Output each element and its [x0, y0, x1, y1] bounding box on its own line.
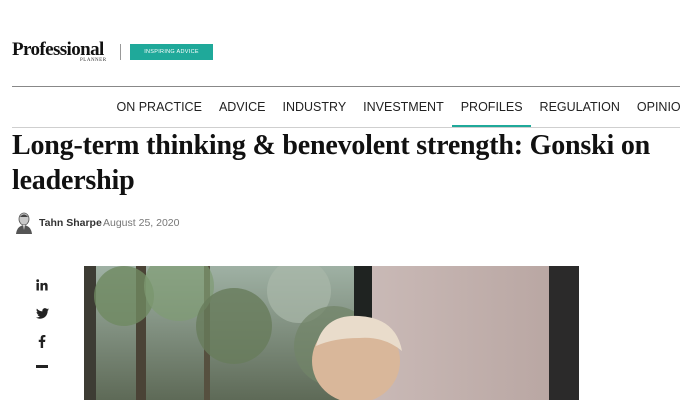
twitter-icon[interactable]	[34, 306, 50, 320]
author-name[interactable]: Tahn Sharpe	[39, 217, 102, 229]
linkedin-icon[interactable]	[34, 278, 50, 292]
nav-item-investment[interactable]: INVESTMENT	[355, 94, 453, 122]
nav-item-advice[interactable]: ADVICE	[210, 94, 274, 122]
article-title: Long-term thinking & benevolent strength…	[12, 128, 680, 198]
nav-item-opinion[interactable]: OPINION	[628, 94, 680, 122]
nav-item-industry[interactable]: INDUSTRY	[274, 94, 355, 122]
site-logo-subtitle: PLANNER	[80, 58, 107, 63]
main-nav: ON PRACTICE ADVICE INDUSTRY INVESTMENT P…	[108, 94, 680, 128]
publish-date: August 25, 2020	[103, 217, 180, 229]
nav-item-profiles[interactable]: PROFILES	[452, 94, 531, 128]
header-divider	[12, 86, 680, 87]
nav-item-on-practice[interactable]: ON PRACTICE	[108, 94, 210, 122]
site-logo[interactable]: Professional	[12, 40, 104, 59]
email-icon[interactable]	[34, 360, 50, 374]
author-avatar[interactable]	[14, 212, 34, 234]
article-hero-image	[84, 266, 579, 400]
tagline-badge: INSPIRING ADVICE	[130, 44, 213, 60]
nav-item-regulation[interactable]: REGULATION	[531, 94, 628, 122]
logo-divider	[120, 44, 121, 60]
article-title-line1: Long-term thinking & benevolent strength…	[12, 130, 651, 161]
article-title-line2: leadership	[12, 165, 135, 196]
facebook-icon[interactable]	[34, 334, 50, 348]
